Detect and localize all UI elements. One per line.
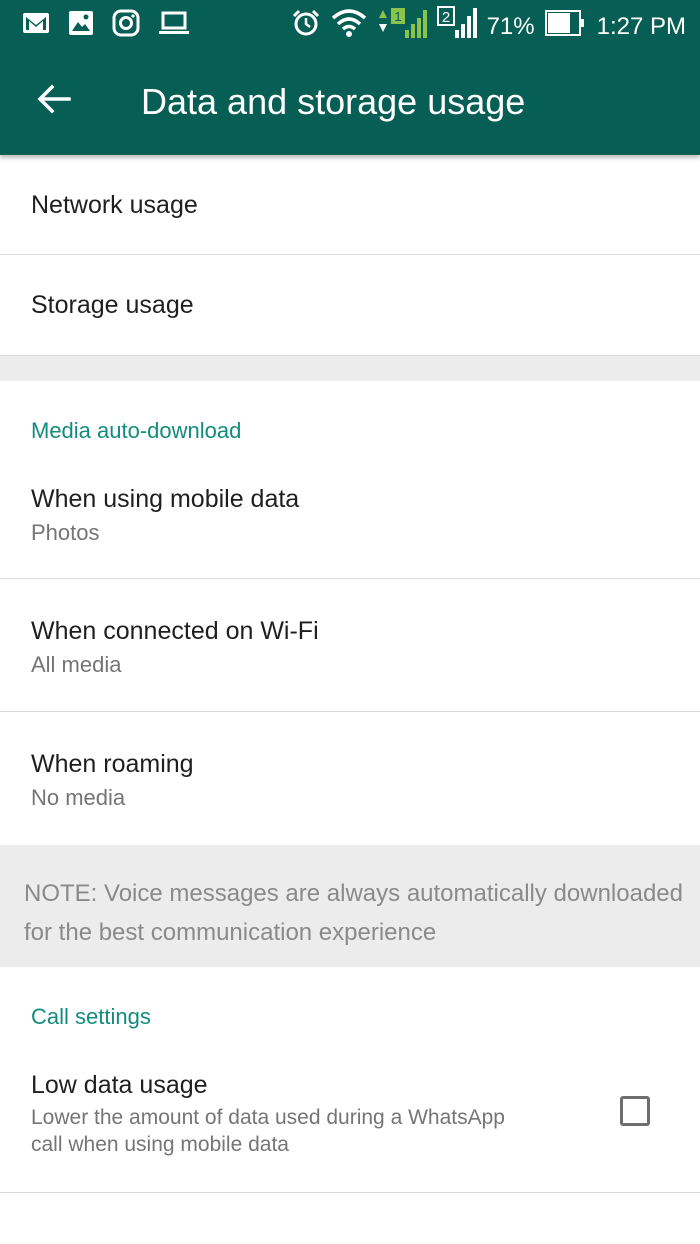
arrow-left-icon (37, 84, 71, 119)
roaming-value: No media (31, 785, 126, 810)
page-title: Data and storage usage (141, 81, 526, 122)
wifi-item[interactable]: When connected on Wi-Fi All media (0, 579, 700, 712)
low-data-usage-title: Low data usage (31, 1071, 208, 1099)
app-bar: Data and storage usage (0, 47, 700, 155)
low-data-usage-description-line1: Lower the amount of data used during a W… (31, 1106, 505, 1129)
low-data-usage-item[interactable]: Low data usage Lower the amount of data … (0, 1045, 700, 1193)
gmail-icon (22, 11, 50, 40)
low-data-usage-description-line2: call when using mobile data (31, 1133, 289, 1156)
section-header-call-settings: Call settings (31, 1004, 151, 1029)
back-button[interactable] (30, 77, 78, 125)
wifi-title: When connected on Wi-Fi (31, 617, 319, 645)
mobile-data-title: When using mobile data (31, 485, 300, 513)
roaming-title: When roaming (31, 750, 194, 778)
mobile-data-value: Photos (31, 520, 100, 545)
call-settings-section: Call settings (0, 967, 700, 1045)
sim1-label: 1 (394, 9, 401, 24)
signal-sim2-icon: 2 (436, 6, 477, 47)
photos-icon (68, 10, 94, 41)
sim2-label: 2 (441, 9, 449, 26)
low-data-usage-checkbox[interactable] (620, 1096, 650, 1126)
media-auto-download-section: Media auto-download (0, 381, 700, 459)
storage-usage-item[interactable]: Storage usage (0, 255, 700, 356)
status-bar: 1 2 71% 1:27 PM (0, 0, 700, 47)
battery-percent: 71% (486, 12, 535, 40)
wifi-icon (331, 8, 367, 45)
network-usage-label: Network usage (31, 191, 198, 219)
section-separator (0, 356, 700, 381)
mobile-data-item[interactable]: When using mobile data Photos (0, 459, 700, 579)
system-status: 1 2 71% 1:27 PM (291, 6, 686, 47)
signal-sim1-icon: 1 (377, 6, 427, 47)
roaming-item[interactable]: When roaming No media (0, 712, 700, 845)
storage-usage-label: Storage usage (31, 291, 194, 319)
clock: 1:27 PM (596, 12, 686, 40)
network-usage-item[interactable]: Network usage (0, 155, 700, 255)
instagram-icon (112, 9, 140, 42)
wifi-value: All media (31, 652, 122, 677)
section-header-media-auto-download: Media auto-download (31, 418, 242, 443)
battery-icon (544, 9, 585, 44)
voice-note-text: NOTE: Voice messages are always automati… (24, 880, 683, 946)
notification-icons (22, 9, 190, 42)
laptop-icon (158, 10, 190, 41)
alarm-icon (291, 8, 321, 45)
